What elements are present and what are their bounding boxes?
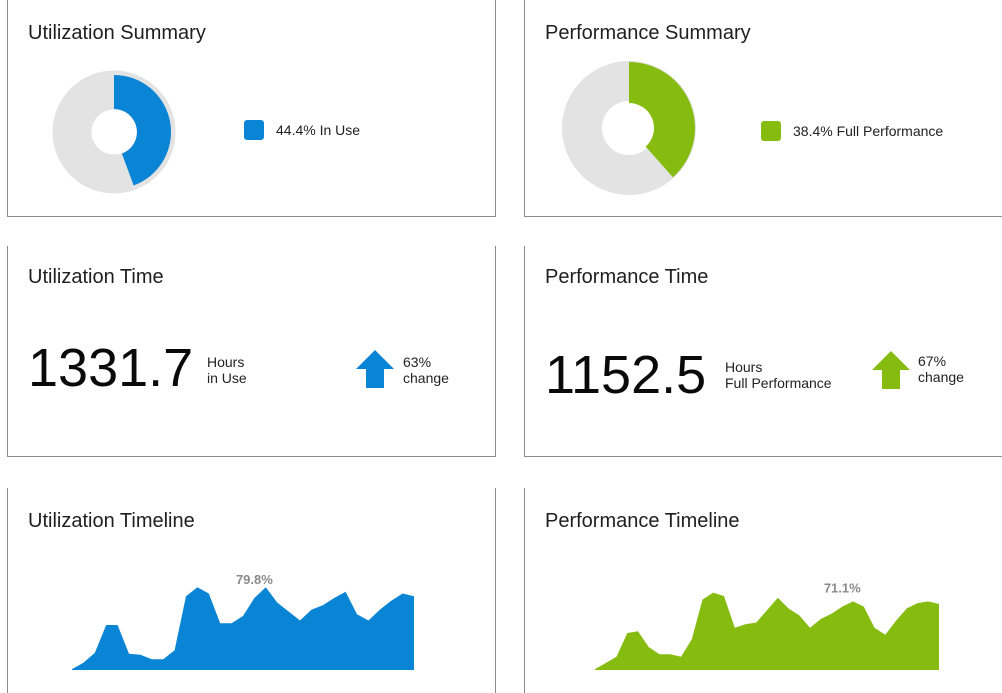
performance-legend-label: 38.4% Full Performance bbox=[793, 123, 944, 139]
utilization-time-title: Utilization Time bbox=[28, 266, 164, 288]
utilization-hours-value: 1331.7 bbox=[28, 338, 194, 398]
utilization-legend: 44.4% In Use bbox=[244, 120, 360, 140]
legend-swatch-blue bbox=[244, 120, 264, 140]
performance-time-title: Performance Time bbox=[545, 266, 709, 288]
performance-summary-title: Performance Summary bbox=[545, 22, 751, 44]
performance-area-chart: 71.1% bbox=[595, 581, 939, 670]
change-percent: 67% bbox=[918, 353, 947, 369]
performance-legend: 38.4% Full Performance bbox=[761, 121, 943, 141]
legend-swatch-green bbox=[761, 121, 781, 141]
utilization-timeline-card: Utilization Timeline 79.8% bbox=[7, 488, 496, 693]
performance-time-card: Performance Time 1152.5 Hours Full Perfo… bbox=[524, 246, 1002, 457]
utilization-summary-card: Utilization Summary 44.4% In Use bbox=[7, 0, 496, 217]
utilization-summary-title: Utilization Summary bbox=[28, 22, 206, 44]
performance-change: 67% change bbox=[918, 353, 964, 385]
unit-line-2: Full Performance bbox=[725, 375, 832, 391]
performance-donut-chart bbox=[562, 61, 696, 195]
performance-hours-unit: Hours Full Performance bbox=[725, 359, 832, 391]
arrow-up-icon bbox=[872, 351, 910, 389]
utilization-area-chart: 79.8% bbox=[72, 572, 414, 670]
utilization-donut-chart bbox=[52, 70, 176, 194]
arrow-up-icon bbox=[356, 350, 394, 388]
unit-line-2: in Use bbox=[207, 370, 247, 386]
performance-hours-value: 1152.5 bbox=[545, 345, 707, 405]
performance-timeline-card: Performance Timeline 71.1% bbox=[524, 488, 1002, 693]
unit-line-1: Hours bbox=[207, 354, 245, 370]
performance-summary-card: Performance Summary 38.4% Full Performan… bbox=[524, 0, 1002, 217]
change-label: change bbox=[403, 370, 449, 386]
unit-line-1: Hours bbox=[725, 359, 763, 375]
utilization-hours-unit: Hours in Use bbox=[207, 354, 247, 386]
performance-peak-label: 71.1% bbox=[824, 581, 861, 596]
utilization-peak-label: 79.8% bbox=[236, 572, 273, 587]
utilization-legend-label: 44.4% In Use bbox=[276, 122, 361, 138]
utilization-time-card: Utilization Time 1331.7 Hours in Use 63%… bbox=[7, 246, 496, 457]
change-label: change bbox=[918, 369, 964, 385]
change-percent: 63% bbox=[403, 354, 432, 370]
performance-area-series bbox=[595, 592, 939, 670]
utilization-change: 63% change bbox=[403, 354, 449, 386]
utilization-area-series bbox=[72, 587, 414, 670]
